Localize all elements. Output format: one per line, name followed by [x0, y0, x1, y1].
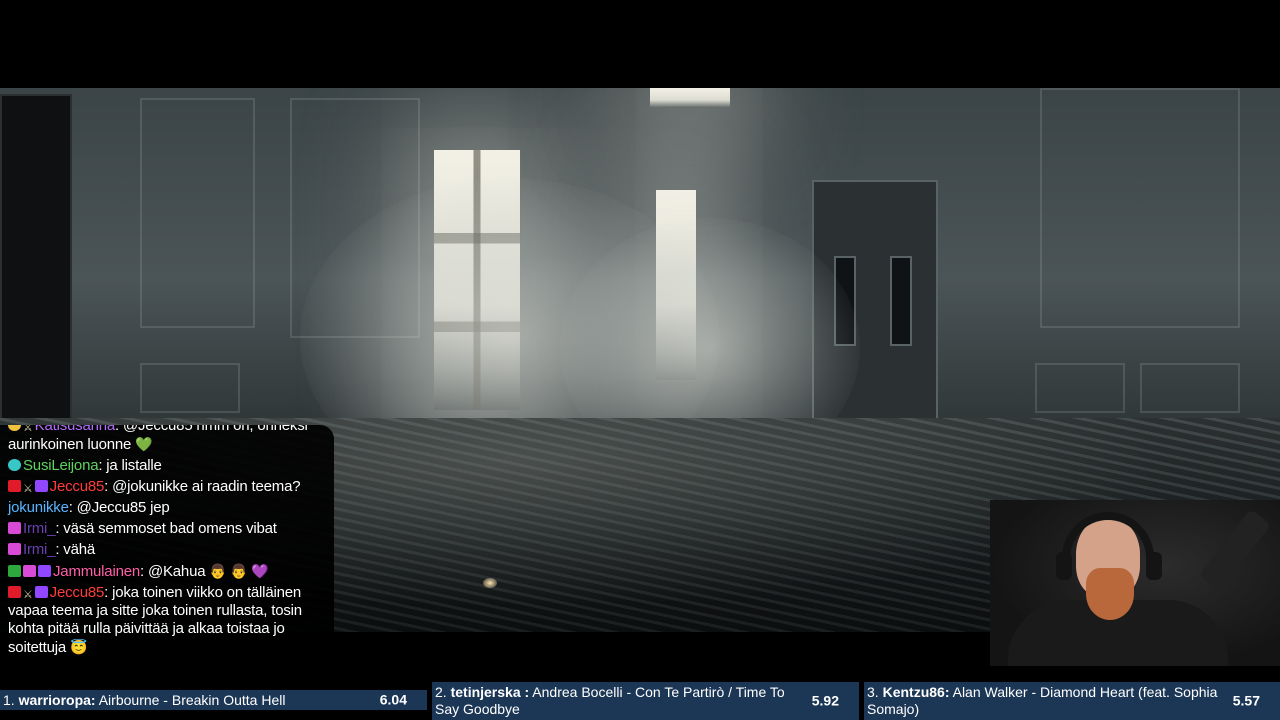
song-entry-2: 2. tetinjerska : Andrea Bocelli - Con Te… — [432, 682, 859, 720]
chat-message: ⚔ Jeccu85: joka toinen viikko on tälläine… — [8, 584, 328, 657]
wall-panel — [1140, 363, 1240, 413]
webcam-overlay — [990, 500, 1280, 666]
song-requester: Kentzu86: — [882, 684, 950, 700]
chat-username[interactable]: Jammulainen — [53, 563, 140, 580]
floor-glint — [483, 578, 497, 588]
chat-username[interactable]: jokunikke — [8, 499, 69, 516]
song-score: 5.57 — [1232, 692, 1260, 709]
swords-badge-icon: ⚔ — [23, 589, 33, 601]
chat-message: SusiLeijona: ja listalle — [8, 457, 328, 475]
song-rank: 2. — [435, 684, 447, 700]
chat-message-list: ⚔ Katisusanna: @Jeccu85 hmm on, ohheksi a… — [8, 425, 328, 657]
chat-message: ⚔ Jeccu85: @jokunikke ai raadin teema? — [8, 478, 328, 496]
chat-username[interactable]: Jeccu85 — [50, 584, 105, 601]
chat-text: : @Jeccu85 jep — [68, 499, 170, 516]
headset-ear-left — [1056, 552, 1072, 580]
chat-text: : väsä semmoset bad omens vibat — [55, 520, 277, 537]
song-request-bar: 1. warrioropa: Airbourne - Breakin Outta… — [0, 682, 1280, 720]
chat-overlay: ⚔ Katisusanna: @Jeccu85 hmm on, ohheksi a… — [0, 425, 334, 661]
song-rank: 3. — [867, 684, 879, 700]
chat-message: Irmi_: vähä — [8, 541, 328, 559]
chat-emote-icon: 💚 — [135, 436, 153, 452]
paw-badge-icon — [8, 459, 21, 471]
swords-badge-icon: ⚔ — [23, 425, 33, 434]
song-title: Airbourne - Breakin Outta Hell — [98, 692, 286, 708]
song-score: 5.92 — [811, 692, 839, 709]
chat-emote-icon: 👨 👨 💜 — [209, 563, 269, 579]
chat-username[interactable]: SusiLeijona — [23, 457, 99, 474]
subscriber-badge-icon — [38, 565, 51, 577]
heart-badge-icon — [8, 522, 21, 534]
microphone-icon — [1198, 508, 1272, 592]
chat-username[interactable]: Irmi_ — [23, 541, 56, 558]
chat-text: : @jokunikke ai raadin teema? — [104, 478, 301, 495]
song-rank: 1. — [3, 692, 15, 708]
chat-message: ⚔ Katisusanna: @Jeccu85 hmm on, ohheksi a… — [8, 425, 328, 454]
chat-username[interactable]: Irmi_ — [23, 520, 56, 537]
chat-emote-icon: 😇 — [70, 639, 88, 655]
chat-message: Irmi_: väsä semmoset bad omens vibat — [8, 520, 328, 538]
chat-message: Jammulainen: @Kahua 👨 👨 💜 — [8, 562, 328, 581]
song-score: 6.04 — [379, 691, 407, 708]
smile-badge-icon — [8, 425, 21, 431]
song-entry-1: 1. warrioropa: Airbourne - Breakin Outta… — [0, 690, 427, 710]
headset-icon — [1062, 512, 1154, 572]
heart-badge-icon — [8, 543, 21, 555]
chat-text: : @Kahua — [140, 563, 206, 580]
left-dark-window — [0, 94, 72, 424]
chat-message: jokunikke: @Jeccu85 jep — [8, 499, 328, 517]
wall-panel — [140, 98, 255, 328]
headset-ear-right — [1146, 552, 1162, 580]
song-requester: tetinjerska : — [450, 684, 530, 700]
door-panel — [890, 256, 912, 346]
song-entry-3: 3. Kentzu86: Alan Walker - Diamond Heart… — [864, 682, 1280, 720]
chat-text: : vähä — [55, 541, 96, 558]
subscriber-badge-icon — [34, 586, 48, 598]
song-requester: warrioropa: — [18, 692, 96, 708]
chat-username[interactable]: Jeccu85 — [50, 478, 105, 495]
wall-panel — [1040, 88, 1240, 328]
wall-panel — [140, 363, 240, 413]
subscriber-badge-icon — [34, 480, 48, 492]
streamer-beard — [1086, 568, 1134, 620]
camera-badge-icon — [8, 480, 21, 492]
chat-username[interactable]: Katisusanna — [35, 425, 116, 434]
camera-badge-icon — [8, 586, 21, 598]
check-badge-icon — [8, 565, 21, 577]
heart-badge-icon — [23, 565, 36, 577]
swords-badge-icon: ⚔ — [23, 483, 33, 495]
wall-panel — [1035, 363, 1125, 413]
skylight — [650, 88, 730, 108]
chat-text: : ja listalle — [98, 457, 162, 474]
